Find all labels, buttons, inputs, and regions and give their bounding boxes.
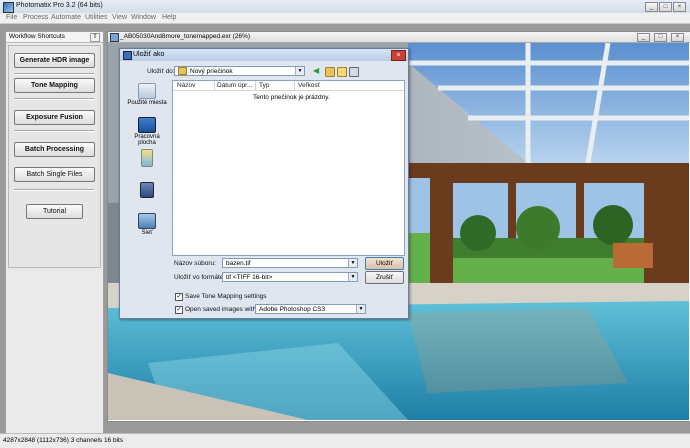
workflow-panel-header: Workflow Shortcuts ⇧ (6, 32, 103, 43)
minimize-button[interactable]: _ (645, 2, 658, 12)
format-label: Uložiť vo formáte: (174, 274, 226, 281)
menu-utilities[interactable]: Utilities (85, 14, 108, 21)
column-divider (214, 81, 215, 90)
column-divider (294, 81, 295, 90)
computer-icon (140, 182, 154, 198)
file-list[interactable]: Názov Dátum úpr... Typ Veľkosť Tento pri… (172, 80, 405, 256)
places-bar: Použité miesta Pracovná plocha Sieť (125, 79, 169, 279)
menu-view[interactable]: View (112, 14, 127, 21)
app-title-bar: Photomatix Pro 3.2 (64 bits) _ □ × (0, 0, 690, 14)
workflow-buttons-box: Generate HDR image Tone Mapping Exposure… (8, 45, 101, 268)
app-title: Photomatix Pro 3.2 (64 bits) (16, 2, 103, 9)
back-icon[interactable]: ◀ (313, 67, 321, 75)
menu-help[interactable]: Help (162, 14, 176, 21)
place-network-label: Sieť (141, 230, 153, 236)
place-network[interactable]: Sieť (125, 213, 169, 236)
save-as-dialog: Uložiť ako × Uložiť do: Nový priečinok ▼… (119, 48, 409, 319)
place-desktop-label: Pracovná plocha (134, 134, 160, 146)
menu-file[interactable]: File (6, 14, 17, 21)
divider (14, 189, 94, 191)
column-date[interactable]: Dátum úpr... (217, 82, 252, 89)
save-tm-settings-label: Save Tone Mapping settings (185, 293, 267, 300)
divider (14, 73, 94, 75)
dialog-close-icon[interactable]: × (391, 50, 406, 61)
status-bar: 4287x2848 (1112x736) 3 channels 16 bits (0, 433, 690, 448)
empty-folder-message: Tento priečinok je prázdny. (253, 94, 330, 101)
network-icon (138, 213, 156, 229)
generate-hdr-button[interactable]: Generate HDR image (14, 53, 95, 68)
menu-window[interactable]: Window (131, 14, 156, 21)
place-computer[interactable] (125, 182, 169, 199)
image-minimize-button[interactable]: _ (637, 33, 650, 42)
format-dropdown[interactable]: tif <TIFF 16-bit> ▼ (222, 272, 358, 282)
menu-process[interactable]: Process (23, 14, 48, 21)
cancel-button[interactable]: Zrušiť (365, 271, 404, 284)
open-with-dropdown[interactable]: Adobe Photoshop CS3 ▼ (255, 304, 366, 314)
chevron-down-icon: ▼ (356, 305, 365, 313)
exposure-fusion-button[interactable]: Exposure Fusion (14, 110, 95, 125)
status-text: 4287x2848 (1112x736) 3 channels 16 bits (3, 437, 124, 444)
image-maximize-button[interactable]: □ (654, 33, 667, 42)
place-documents[interactable] (125, 149, 169, 168)
up-folder-icon[interactable] (325, 67, 335, 77)
maximize-button[interactable]: □ (659, 2, 672, 12)
workflow-shortcuts-panel: Workflow Shortcuts ⇧ Generate HDR image … (5, 31, 104, 446)
close-button[interactable]: × (673, 2, 686, 12)
format-value: tif <TIFF 16-bit> (226, 274, 273, 281)
open-saved-label: Open saved images with: (185, 306, 258, 313)
save-in-label: Uložiť do: (147, 68, 175, 75)
view-menu-icon[interactable] (349, 67, 359, 77)
column-divider (255, 81, 256, 90)
image-window-title-bar: _AB05030And8more_tonemapped.exr (26%) _ … (108, 32, 690, 43)
tutorial-button[interactable]: Tutorial (26, 204, 83, 219)
pin-icon[interactable]: ⇧ (90, 33, 100, 42)
desktop-icon (138, 117, 156, 133)
filename-label: Názov súboru: (174, 260, 216, 267)
recent-places-icon (138, 83, 156, 99)
menu-bar: File Process Automate Utilities View Win… (0, 13, 690, 24)
filename-input[interactable]: bazen.tif ▼ (222, 258, 358, 268)
place-recent[interactable]: Použité miesta (125, 83, 169, 106)
open-with-value: Adobe Photoshop CS3 (259, 306, 326, 313)
save-tm-settings-checkbox[interactable]: ✓ (175, 293, 183, 301)
save-in-value: Nový priečinok (190, 68, 233, 75)
dialog-title: Uložiť ako (133, 51, 165, 58)
file-list-header: Názov Dátum úpr... Typ Veľkosť (173, 81, 404, 91)
chevron-down-icon: ▼ (348, 259, 357, 267)
workflow-panel-title: Workflow Shortcuts (9, 33, 65, 40)
new-folder-icon[interactable] (337, 67, 347, 77)
documents-icon (141, 149, 153, 167)
save-in-dropdown[interactable]: Nový priečinok ▼ (174, 66, 305, 76)
column-size[interactable]: Veľkosť (298, 82, 320, 89)
filename-value: bazen.tif (226, 260, 251, 267)
photomatix-app-icon (3, 2, 14, 13)
place-desktop[interactable]: Pracovná plocha (125, 117, 169, 146)
dialog-app-icon (123, 51, 132, 60)
image-close-button[interactable]: × (671, 33, 684, 42)
image-window-title: _AB05030And8more_tonemapped.exr (26%) (120, 33, 251, 40)
menu-automate[interactable]: Automate (51, 14, 81, 21)
batch-single-files-button[interactable]: Batch Single Files (14, 167, 95, 182)
divider (14, 130, 94, 132)
batch-processing-button[interactable]: Batch Processing (14, 142, 95, 157)
image-icon (110, 33, 119, 42)
tone-mapping-button[interactable]: Tone Mapping (14, 78, 95, 93)
chevron-down-icon: ▼ (295, 67, 304, 75)
dialog-title-bar: Uložiť ako × (120, 49, 408, 61)
column-type[interactable]: Typ (259, 82, 269, 89)
chevron-down-icon: ▼ (348, 273, 357, 281)
place-recent-label: Použité miesta (127, 100, 167, 106)
open-saved-checkbox[interactable]: ✓ (175, 306, 183, 314)
save-button[interactable]: Uložiť (365, 257, 404, 270)
folder-icon (178, 67, 187, 76)
divider (14, 98, 94, 100)
column-name[interactable]: Názov (177, 82, 195, 89)
